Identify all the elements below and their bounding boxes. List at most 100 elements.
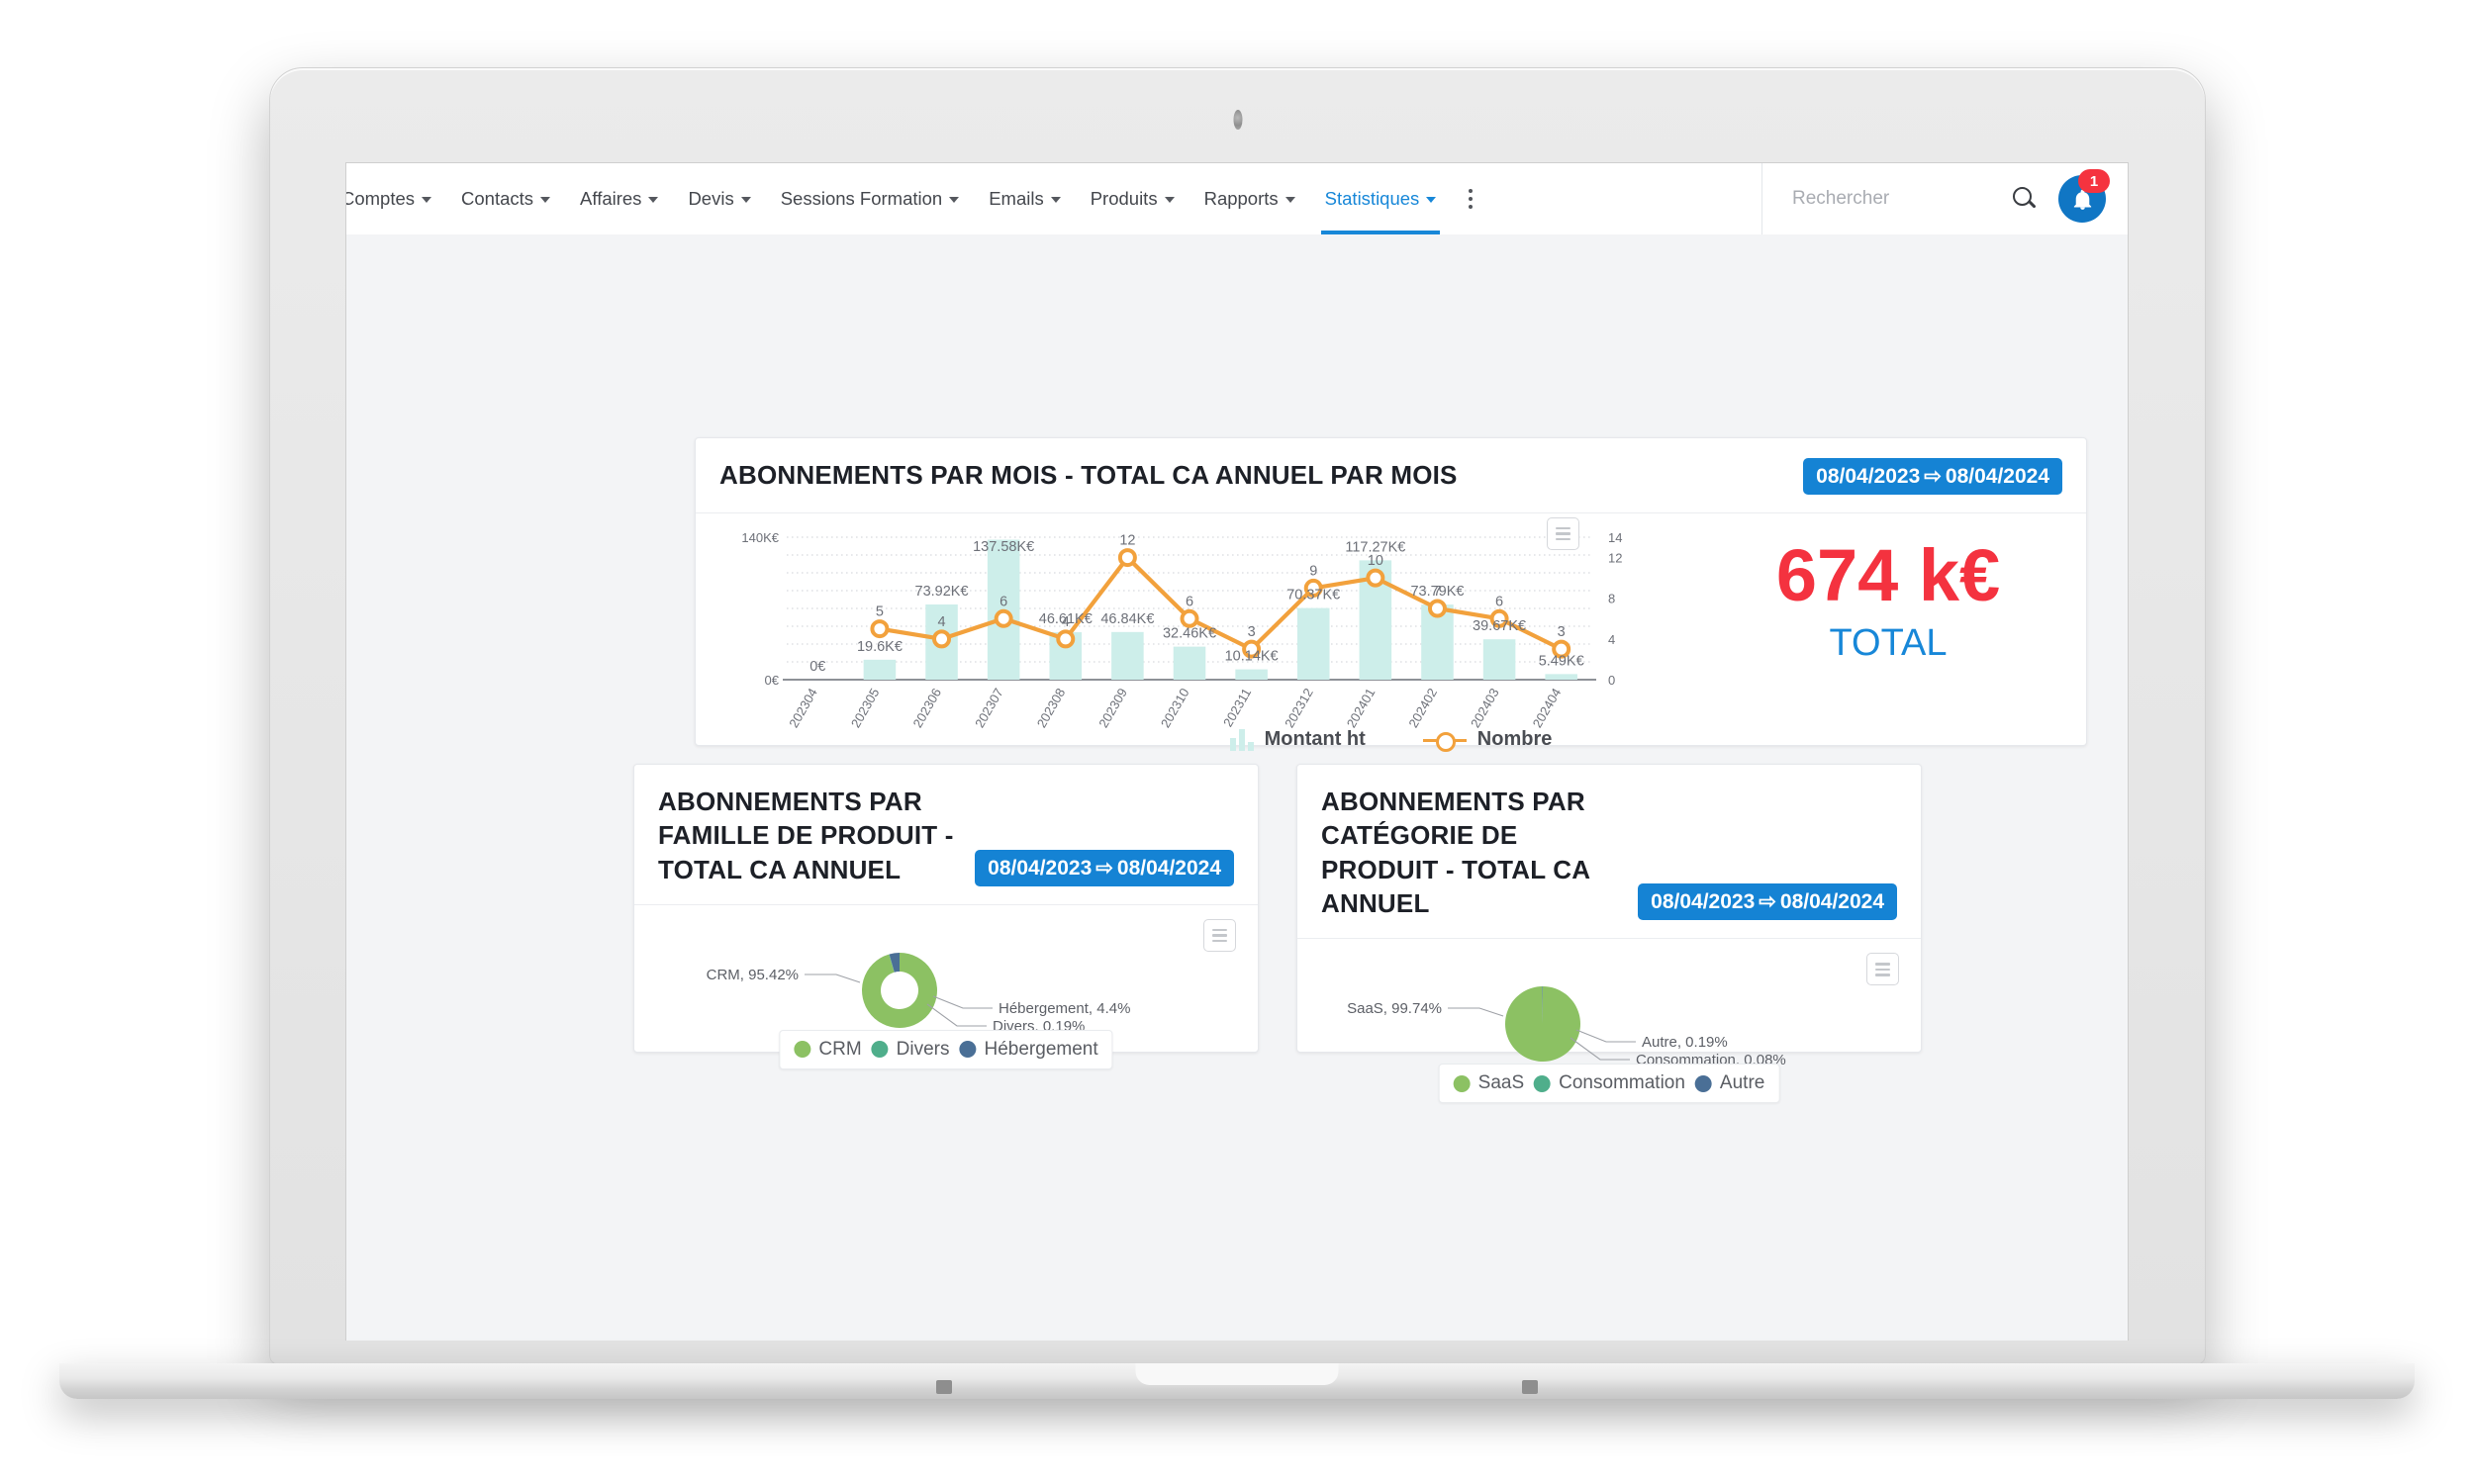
- card-header: ABONNEMENTS PAR CATÉGORIE DE PRODUIT - T…: [1297, 765, 1921, 940]
- svg-text:202404: 202404: [1530, 686, 1565, 730]
- card-abonnements-par-mois: ABONNEMENTS PAR MOIS - TOTAL CA ANNUEL P…: [695, 437, 2087, 752]
- svg-text:0€: 0€: [765, 673, 780, 688]
- svg-text:202309: 202309: [1095, 686, 1130, 730]
- svg-text:202307: 202307: [972, 686, 1006, 730]
- legend-item-consommation[interactable]: Consommation: [1534, 1072, 1685, 1094]
- legend-label: Hébergement: [984, 1038, 1098, 1060]
- legend-label: Nombre: [1476, 728, 1553, 750]
- nav-item-produits[interactable]: Produits: [1076, 163, 1189, 234]
- notification-badge: 1: [2078, 169, 2110, 193]
- pie-slice-icon: [1453, 1074, 1471, 1092]
- date-to: 08/04/2024: [1945, 465, 2049, 488]
- date-arrow-icon: ⇨: [1095, 856, 1113, 880]
- nav-item-devis[interactable]: Devis: [673, 163, 765, 234]
- svg-text:202312: 202312: [1282, 686, 1316, 730]
- svg-text:0: 0: [1608, 673, 1615, 688]
- chevron-down-icon: [1285, 197, 1295, 203]
- svg-text:6: 6: [999, 594, 1007, 609]
- nav-item-sessions-formation[interactable]: Sessions Formation: [766, 163, 974, 234]
- svg-text:10: 10: [1368, 553, 1383, 569]
- hamburger-menu-icon[interactable]: [1547, 517, 1579, 550]
- nav-item-label: Emails: [989, 188, 1044, 209]
- laptop-screen: Comptes Contacts Affaires Devis Sessions For…: [345, 162, 2129, 1341]
- combo-chart: 140K€ 0€ 0 4 8 12 14 0€ 19.6K€ 73.92K€ 137.58K€ 46.…: [696, 513, 1685, 743]
- svg-text:6: 6: [1186, 594, 1193, 609]
- chart-legend: Montant ht Nombre: [696, 728, 2086, 752]
- nav-item-comptes[interactable]: Comptes: [346, 163, 446, 234]
- chevron-down-icon: [1426, 197, 1437, 203]
- legend-item-divers[interactable]: Divers: [871, 1038, 950, 1061]
- nav-item-rapports[interactable]: Rapports: [1189, 163, 1310, 234]
- nav-item-label: Rapports: [1203, 188, 1279, 209]
- date-to: 08/04/2024: [1779, 890, 1884, 914]
- nav-item-label: Devis: [688, 188, 734, 209]
- svg-text:3: 3: [1558, 624, 1566, 640]
- legend-label: Consommation: [1559, 1072, 1685, 1094]
- legend-item-montant-ht[interactable]: Montant ht: [1229, 728, 1366, 751]
- svg-text:5: 5: [876, 604, 884, 620]
- svg-text:4: 4: [1062, 614, 1070, 630]
- pie-slice-icon: [794, 1041, 811, 1059]
- card-title: ABONNEMENTS PAR FAMILLE DE PRODUIT - TOT…: [658, 787, 954, 884]
- nav-item-contacts[interactable]: Contacts: [446, 163, 565, 234]
- laptop-notch: [1135, 1363, 1339, 1385]
- nav-item-statistiques[interactable]: Statistiques: [1310, 163, 1452, 234]
- svg-text:202310: 202310: [1158, 686, 1192, 730]
- legend-item-nombre[interactable]: Nombre: [1422, 728, 1553, 752]
- date-range-chip[interactable]: 08/04/2023 ⇨ 08/04/2024: [975, 849, 1234, 886]
- legend-label: Divers: [896, 1038, 950, 1060]
- legend-label: CRM: [818, 1038, 862, 1060]
- nav-item-label: Contacts: [461, 188, 534, 209]
- svg-text:12: 12: [1119, 533, 1135, 549]
- nav-item-emails[interactable]: Emails: [974, 163, 1076, 234]
- svg-text:140K€: 140K€: [741, 530, 779, 545]
- chevron-down-icon: [648, 197, 659, 203]
- kebab-menu-icon[interactable]: [1451, 163, 1490, 234]
- svg-text:137.58K€: 137.58K€: [973, 539, 1034, 555]
- legend-item-crm[interactable]: CRM: [794, 1038, 862, 1061]
- legend-item-h-bergement[interactable]: Hébergement: [959, 1038, 1098, 1061]
- pie-slice-icon: [1694, 1074, 1712, 1092]
- svg-text:39.67K€: 39.67K€: [1473, 618, 1526, 634]
- pie-legend: CRM Divers Hébergement: [779, 1029, 1113, 1069]
- svg-text:202402: 202402: [1405, 686, 1440, 730]
- svg-text:73.92K€: 73.92K€: [915, 584, 969, 600]
- svg-text:7: 7: [1433, 584, 1441, 600]
- webcam-icon: [1233, 110, 1242, 130]
- svg-text:202311: 202311: [1220, 686, 1254, 729]
- nav-item-label: Sessions Formation: [780, 188, 943, 209]
- svg-text:6: 6: [1495, 594, 1503, 609]
- page-title: ABONNEMENTS PAR MOIS - TOTAL CA ANNUEL P…: [719, 460, 1458, 490]
- nav-item-affaires[interactable]: Affaires: [565, 163, 673, 234]
- card-abonnements-par-famille: ABONNEMENTS PAR FAMILLE DE PRODUIT - TOT…: [633, 764, 1259, 1069]
- chevron-down-icon: [949, 197, 960, 203]
- search-input[interactable]: [1790, 187, 2007, 211]
- laptop-lid: Comptes Contacts Affaires Devis Sessions For…: [269, 67, 2206, 1365]
- statistics-page: ABONNEMENTS PAR MOIS - TOTAL CA ANNUEL P…: [346, 234, 2128, 1341]
- date-range-chip[interactable]: 08/04/2023 ⇨ 08/04/2024: [1803, 458, 2062, 495]
- date-range-chip[interactable]: 08/04/2023 ⇨ 08/04/2024: [1638, 883, 1897, 921]
- svg-text:202305: 202305: [848, 686, 883, 730]
- nav-right-tools: 1: [1761, 163, 2128, 234]
- svg-text:4: 4: [937, 614, 945, 630]
- total-value: 674 k€: [1775, 534, 2001, 616]
- card-title: ABONNEMENTS PAR CATÉGORIE DE PRODUIT - T…: [1321, 787, 1590, 918]
- search-icon[interactable]: [2007, 182, 2041, 216]
- legend-item-autre[interactable]: Autre: [1694, 1072, 1764, 1094]
- svg-text:5.49K€: 5.49K€: [1539, 653, 1584, 669]
- legend-item-saas[interactable]: SaaS: [1453, 1072, 1524, 1094]
- chart-context-button[interactable]: [1547, 517, 1579, 550]
- date-from: 08/04/2023: [1651, 890, 1756, 914]
- svg-text:202401: 202401: [1344, 686, 1379, 730]
- svg-text:32.46K€: 32.46K€: [1163, 626, 1216, 642]
- svg-text:8: 8: [1608, 592, 1615, 606]
- legend-label: Montant ht: [1264, 728, 1366, 750]
- date-from: 08/04/2023: [1816, 465, 1921, 488]
- chevron-down-icon: [422, 197, 432, 203]
- card-body: 140K€ 0€ 0 4 8 12 14 0€ 19.6K€ 73.92K€ 137.58K€ 46.…: [696, 513, 2086, 752]
- card-header: ABONNEMENTS PAR MOIS - TOTAL CA ANNUEL P…: [696, 438, 2086, 513]
- svg-text:70.37K€: 70.37K€: [1286, 588, 1340, 603]
- svg-text:202308: 202308: [1034, 686, 1069, 730]
- svg-text:202403: 202403: [1468, 686, 1502, 730]
- notifications-button[interactable]: 1: [2058, 169, 2110, 223]
